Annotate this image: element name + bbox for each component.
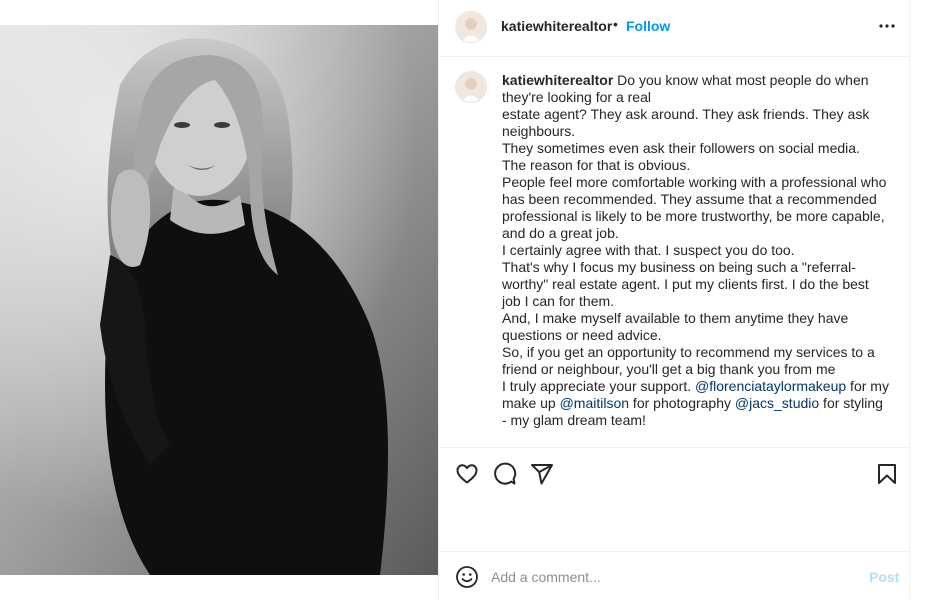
post-actions-bar [439,447,910,499]
share-button[interactable] [530,462,554,486]
post-caption: katiewhiterealtor Do you know what most … [502,72,890,429]
caption-line: They sometimes even ask their followers … [502,140,860,156]
portrait-photo-image [0,25,438,575]
more-options-button[interactable] [875,14,899,38]
caption-username[interactable]: katiewhiterealtor [502,72,613,88]
post-comment-button[interactable]: Post [869,569,899,585]
mention-link[interactable]: @jacs_studio [735,395,819,411]
bookmark-icon [878,464,896,484]
caption-line: People feel more comfortable working wit… [502,174,887,241]
caption-text: for photography [629,395,735,411]
caption-line: The reason for that is obvious. [502,157,691,173]
caption-line: I certainly agree with that. I suspect y… [502,242,795,258]
follow-button[interactable]: Follow [626,18,670,34]
caption-line: I truly appreciate your support. @floren… [502,378,890,429]
avatar-image [456,72,486,102]
more-horizontal-icon [879,24,895,28]
like-button[interactable] [455,462,479,486]
post-photo[interactable] [0,25,438,575]
caption-avatar[interactable] [455,71,487,103]
post-media-pane [0,0,438,600]
mention-link[interactable]: @maitilson [560,395,629,411]
page-margin [910,0,936,600]
avatar-image [456,12,486,42]
paper-plane-icon [531,464,553,485]
caption-line: That's why I focus my business on being … [502,259,869,309]
caption-line: So, if you get an opportunity to recomme… [502,344,875,377]
mention-link[interactable]: @florenciataylormakeup [695,378,846,394]
save-button[interactable] [875,462,899,486]
comment-bubble-icon [494,462,517,485]
caption-section: katiewhiterealtor Do you know what most … [439,57,910,447]
heart-icon [456,464,478,484]
smiley-icon [456,566,478,588]
header-avatar[interactable] [455,11,487,43]
caption-line: estate agent? They ask around. They ask … [502,106,870,139]
add-comment-bar: Post [439,551,910,600]
emoji-picker-button[interactable] [455,565,479,589]
caption-line: katiewhiterealtor Do you know what most … [502,72,890,106]
caption-line: And, I make myself available to them any… [502,310,849,343]
post-author-username[interactable]: katiewhiterealtor [501,18,612,34]
post-details-panel: katiewhiterealtor • Follow katiewhiterea… [438,0,910,600]
post-header: katiewhiterealtor • Follow [439,0,910,57]
header-separator: • [613,16,618,32]
comment-button[interactable] [493,462,517,486]
caption-text: I truly appreciate your support. [502,378,695,394]
comment-input[interactable] [491,565,831,589]
